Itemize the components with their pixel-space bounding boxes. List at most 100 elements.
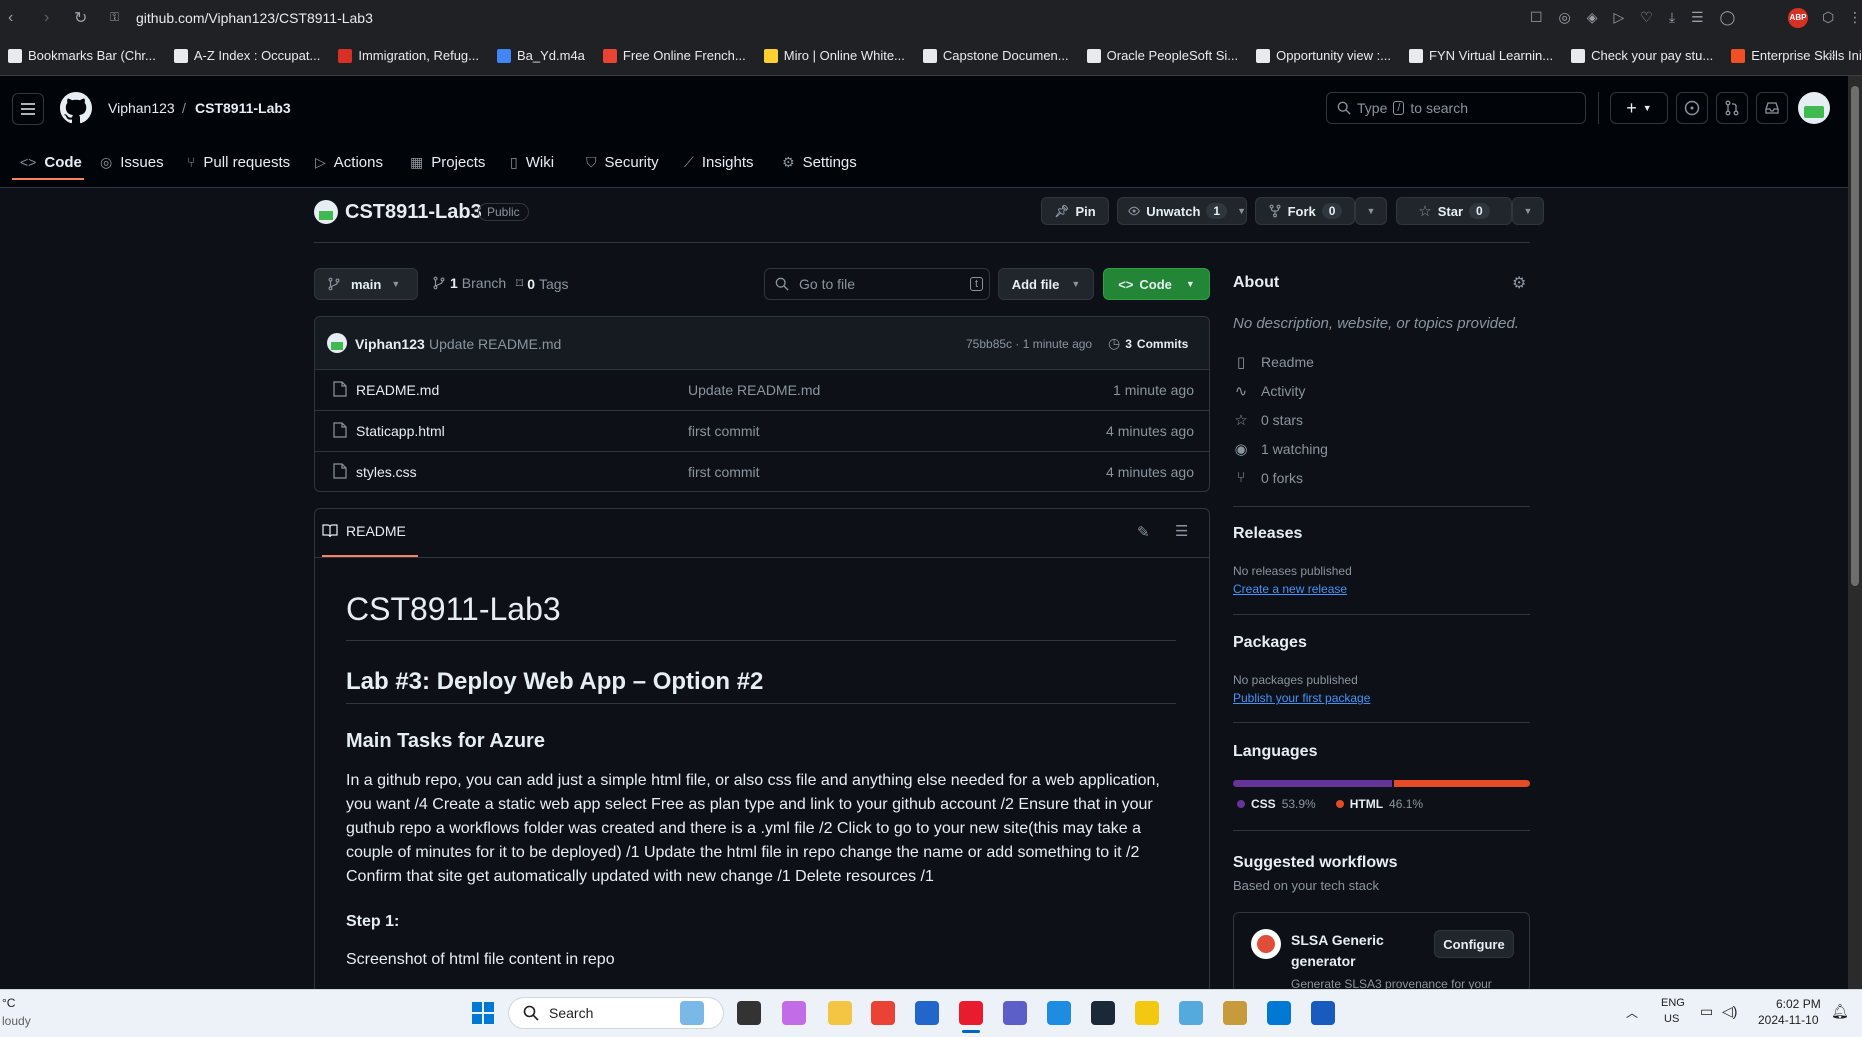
bookmark-item[interactable]: Bookmarks Bar (Chr... bbox=[8, 48, 156, 63]
repo-name-link[interactable]: CST8911-Lab3 bbox=[195, 100, 291, 116]
file-name[interactable]: README.md bbox=[356, 382, 439, 398]
extensions-icon[interactable]: ⬡ bbox=[1822, 9, 1834, 26]
file-explorer-widget-icon[interactable] bbox=[680, 1001, 704, 1025]
adblock-icon[interactable]: ABP bbox=[1788, 8, 1808, 28]
commits-link[interactable]: ◷ 3 Commits bbox=[1108, 335, 1188, 352]
file-commit-message[interactable]: first commit bbox=[688, 423, 760, 439]
go-to-file-input[interactable]: Go to file t bbox=[764, 268, 990, 300]
menu-icon[interactable]: ⋮ bbox=[1848, 9, 1862, 26]
site-info-icon[interactable]: ⚿ bbox=[110, 10, 119, 25]
about-link-star[interactable]: ☆ 0 stars bbox=[1233, 411, 1303, 429]
scrollbar-thumb[interactable] bbox=[1851, 86, 1859, 586]
configure-button[interactable]: Configure bbox=[1434, 930, 1514, 958]
repo-owner-link[interactable]: Viphan123 bbox=[108, 100, 175, 116]
chrome-icon[interactable] bbox=[871, 1001, 895, 1025]
repo-title[interactable]: CST8911-Lab3 bbox=[345, 201, 482, 224]
create-new-button[interactable]: + ▼ bbox=[1610, 92, 1668, 124]
language-item[interactable]: CSS 53.9% bbox=[1237, 797, 1316, 811]
search-input[interactable]: Type / to search bbox=[1326, 92, 1586, 124]
folder-icon[interactable] bbox=[828, 1001, 852, 1025]
file-row[interactable]: Staticapp.html first commit 4 minutes ago bbox=[315, 410, 1210, 451]
bookmark-item[interactable]: Oracle PeopleSoft Si... bbox=[1086, 48, 1238, 63]
file-commit-message[interactable]: Update README.md bbox=[688, 382, 820, 398]
tab-settings[interactable]: ⚙ Settings bbox=[782, 144, 857, 180]
bookmark-item[interactable]: Check your pay stu... bbox=[1571, 48, 1713, 63]
workflow-title-line-2[interactable]: generator bbox=[1291, 953, 1356, 969]
address-bar[interactable]: github.com/Viphan123/CST8911-Lab3 bbox=[136, 10, 373, 26]
github-logo-icon[interactable] bbox=[60, 92, 92, 124]
clock-time[interactable]: 6:02 PM bbox=[1776, 997, 1821, 1011]
chevron-up-icon[interactable]: ︿ bbox=[1626, 1004, 1638, 1021]
tags-link[interactable]: ⌑ 0 Tags bbox=[516, 275, 569, 292]
packages-heading[interactable]: Packages bbox=[1233, 634, 1307, 652]
edge-icon[interactable] bbox=[1047, 1001, 1071, 1025]
steam-icon[interactable] bbox=[1091, 1001, 1115, 1025]
forward-icon[interactable]: › bbox=[44, 9, 49, 27]
tab-wiki[interactable]: ▯ Wiki bbox=[510, 144, 554, 180]
file-name[interactable]: Staticapp.html bbox=[356, 423, 445, 439]
star-button[interactable]: ☆ Star 0 bbox=[1396, 197, 1512, 225]
bookmark-item[interactable]: FYN Virtual Learnin... bbox=[1409, 48, 1553, 63]
edit-pencil-icon[interactable]: ✎ bbox=[1137, 523, 1150, 541]
volume-icon[interactable]: ◁) bbox=[1722, 1003, 1737, 1020]
pull-requests-button[interactable] bbox=[1716, 92, 1748, 124]
notes-icon[interactable] bbox=[1135, 1001, 1159, 1025]
commit-author[interactable]: Viphan123 bbox=[355, 336, 425, 352]
word-icon[interactable] bbox=[1311, 1001, 1335, 1025]
branch-selector[interactable]: main ▼ bbox=[314, 268, 418, 300]
about-link-pulse[interactable]: ∿ Activity bbox=[1233, 382, 1306, 400]
copilot-icon[interactable] bbox=[782, 1001, 806, 1025]
language-code[interactable]: ENG bbox=[1661, 997, 1685, 1009]
bookmark-item[interactable]: Opportunity view :... bbox=[1256, 48, 1391, 63]
issues-button[interactable] bbox=[1676, 92, 1708, 124]
commit-author-avatar[interactable] bbox=[327, 333, 347, 353]
weather-condition[interactable]: loudy bbox=[2, 1014, 31, 1028]
about-link-eye[interactable]: ◉ 1 watching bbox=[1233, 440, 1327, 458]
tab-insights[interactable]: ⟋ Insights bbox=[684, 144, 754, 180]
app-icon[interactable] bbox=[1179, 1001, 1203, 1025]
reload-icon[interactable]: ↻ bbox=[74, 8, 87, 28]
about-link-book[interactable]: ▯ Readme bbox=[1233, 353, 1314, 371]
clock-date[interactable]: 2024-11-10 bbox=[1758, 1013, 1819, 1027]
readme-tab[interactable]: README bbox=[322, 523, 406, 539]
commit-hash-time[interactable]: 75bb85c · 1 minute ago bbox=[966, 337, 1092, 351]
fork-dropdown-button[interactable]: ▼ bbox=[1355, 197, 1387, 225]
add-file-button[interactable]: Add file ▼ bbox=[998, 268, 1094, 300]
tab-pull-requests[interactable]: ⑂ Pull requests bbox=[187, 144, 290, 180]
more-bookmarks-icon[interactable]: » bbox=[1828, 46, 1836, 62]
windows-start-icon[interactable] bbox=[472, 1002, 494, 1024]
back-icon[interactable]: ‹ bbox=[8, 9, 13, 27]
opera-icon[interactable] bbox=[959, 1001, 983, 1025]
notification-bell-icon[interactable]: 🔔︎ bbox=[1831, 1003, 1849, 1020]
releases-heading[interactable]: Releases bbox=[1233, 525, 1302, 543]
language-item[interactable]: HTML 46.1% bbox=[1335, 797, 1423, 811]
bookmark-item[interactable]: Free Online French... bbox=[602, 48, 746, 63]
file-row[interactable]: styles.css first commit 4 minutes ago bbox=[315, 451, 1210, 492]
bookmark-item[interactable]: Enterprise Skills Initi... bbox=[1731, 48, 1862, 63]
gear-icon[interactable]: ⚙ bbox=[1512, 273, 1526, 293]
file-name[interactable]: styles.css bbox=[356, 464, 417, 480]
bookmark-item[interactable]: Capstone Documen... bbox=[922, 48, 1069, 63]
network-icon[interactable]: ▭ bbox=[1700, 1003, 1713, 1020]
bookmark-item[interactable]: Immigration, Refug... bbox=[338, 48, 479, 63]
tab-projects[interactable]: ▦ Projects bbox=[410, 144, 485, 180]
language-region[interactable]: US bbox=[1664, 1013, 1679, 1025]
league-icon[interactable] bbox=[1223, 1001, 1247, 1025]
bookmark-item[interactable]: A-Z Index : Occupat... bbox=[173, 48, 320, 63]
tab-code[interactable]: <> Code bbox=[20, 144, 82, 180]
tab-actions[interactable]: ▷ Actions bbox=[315, 144, 383, 180]
fork-button[interactable]: Fork 0 bbox=[1255, 197, 1355, 225]
unwatch-button[interactable]: Unwatch 1 ▼ bbox=[1117, 197, 1247, 225]
file-row[interactable]: README.md Update README.md 1 minute ago bbox=[315, 369, 1210, 410]
task-view-icon[interactable] bbox=[737, 1001, 761, 1025]
commit-message[interactable]: Update README.md bbox=[429, 336, 561, 352]
file-commit-message[interactable]: first commit bbox=[688, 464, 760, 480]
bookmark-item[interactable]: Ba_Yd.m4a bbox=[496, 48, 585, 63]
tab-security[interactable]: ⛉ Security bbox=[586, 144, 659, 180]
extension-icons[interactable]: ☐◎◈▷♡⤓☰◯ bbox=[1530, 9, 1751, 26]
outline-list-icon[interactable]: ☰ bbox=[1175, 522, 1188, 540]
code-button[interactable]: <> Code ▼ bbox=[1103, 268, 1210, 300]
bookmark-item[interactable]: Miro | Online White... bbox=[763, 48, 905, 63]
workflow-title-line-1[interactable]: SLSA Generic bbox=[1291, 932, 1384, 948]
star-dropdown-button[interactable]: ▼ bbox=[1512, 197, 1544, 225]
